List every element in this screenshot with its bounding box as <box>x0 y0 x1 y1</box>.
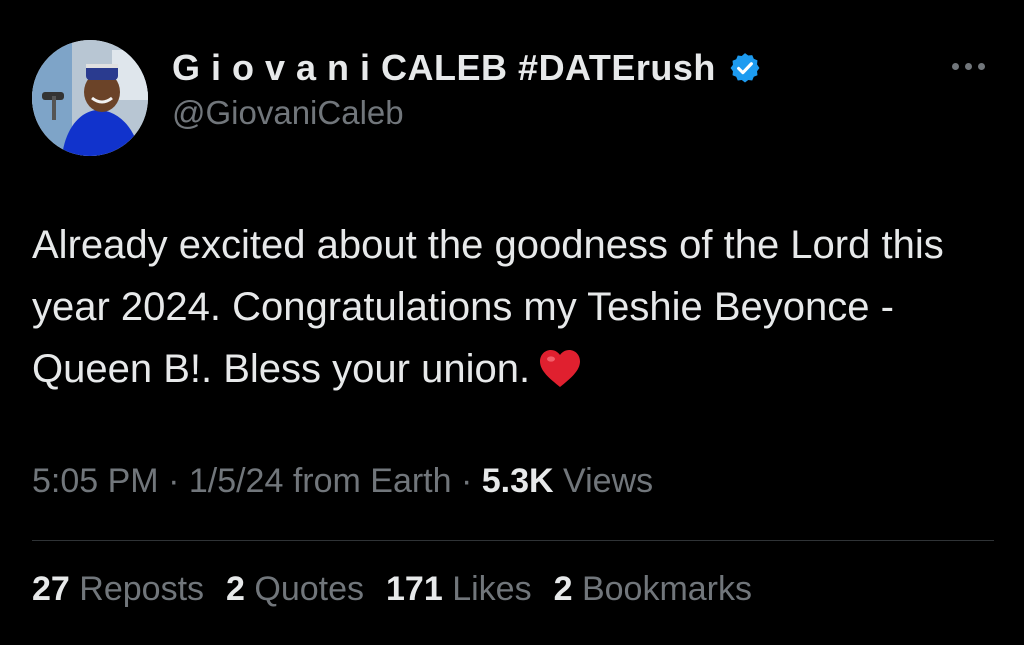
handle[interactable]: @GiovaniCaleb <box>172 94 404 132</box>
stat-count: 2 <box>226 570 245 608</box>
stat-label: Quotes <box>254 570 365 608</box>
stat-count: 171 <box>386 570 443 608</box>
author-name-row[interactable]: G i o v a n i CALEB #DATErush <box>172 46 762 90</box>
views-label: Views <box>553 462 654 500</box>
stat-label: Likes <box>452 570 532 608</box>
tweet-meta: 5:05 PM · 1/5/24 from Earth · 5.3K Views <box>32 462 653 501</box>
separator: · <box>158 462 189 500</box>
display-name[interactable]: G i o v a n i CALEB #DATErush <box>172 47 716 89</box>
tweet-date[interactable]: 1/5/24 <box>189 462 284 500</box>
red-heart-icon <box>540 350 581 387</box>
stat-count: 27 <box>32 570 70 608</box>
stat-label: Reposts <box>79 570 205 608</box>
tweet-body: Already excited about the goodness of th… <box>32 223 944 391</box>
engagement-stats: 27 Reposts 2 Quotes 171 Likes 2 Bookmark… <box>32 570 752 609</box>
tweet-time[interactable]: 5:05 PM <box>32 462 159 500</box>
stat-count: 2 <box>553 570 573 608</box>
more-options-icon[interactable] <box>945 54 991 78</box>
stat-reposts[interactable]: 27 Reposts <box>32 570 204 609</box>
stat-likes[interactable]: 171 Likes <box>386 570 532 609</box>
tweet-source: from Earth <box>283 462 452 500</box>
views-count: 5.3K <box>481 462 554 500</box>
stat-bookmarks[interactable]: 2 Bookmarks <box>554 570 752 609</box>
tweet-text: Already excited about the goodness of th… <box>32 214 997 400</box>
verified-badge-icon <box>730 53 760 83</box>
separator: · <box>451 462 482 500</box>
dot <box>964 62 972 70</box>
stat-label: Bookmarks <box>581 570 753 608</box>
avatar[interactable] <box>32 40 148 156</box>
stat-quotes[interactable]: 2 Quotes <box>226 570 364 609</box>
divider <box>32 540 994 541</box>
dot <box>977 62 985 70</box>
avatar-image <box>32 40 148 156</box>
dot <box>951 62 959 70</box>
